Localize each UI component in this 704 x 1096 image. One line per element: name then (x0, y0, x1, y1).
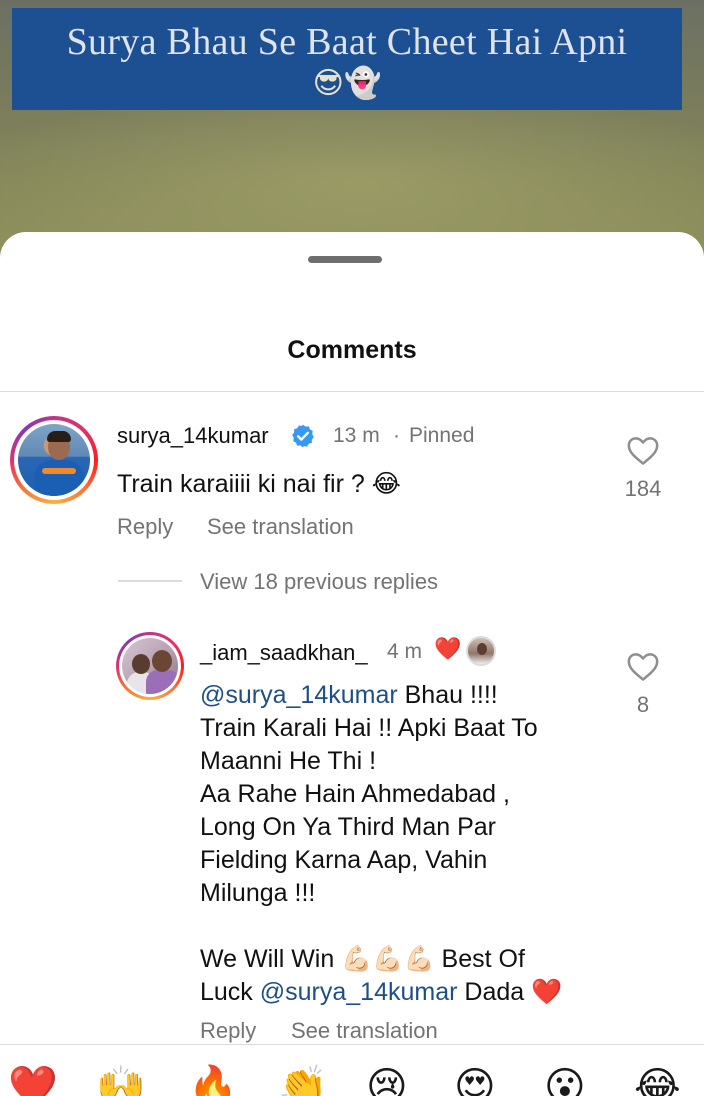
like-heart-icon[interactable] (626, 650, 660, 682)
like-heart-icon[interactable] (626, 434, 660, 466)
reply-text-line: Milunga !!! (200, 879, 316, 907)
crying-emoji-reaction[interactable]: 😢 (366, 1065, 408, 1096)
fire-emoji-reaction[interactable]: 🔥 (188, 1065, 238, 1096)
avatar-hair (47, 431, 71, 442)
mention-link[interactable]: @surya_14kumar (200, 681, 398, 709)
verified-badge-icon (292, 424, 314, 448)
reply-button[interactable]: Reply (200, 1018, 256, 1044)
replies-line (118, 580, 182, 582)
creator-liked-heart-icon: ❤️ (434, 637, 462, 662)
comments-sheet: Comments surya_14kumar 13 m · Pinned Tra… (0, 232, 704, 1096)
avatar-jersey (34, 460, 84, 496)
raised-hands-emoji-reaction[interactable]: 🙌 (96, 1065, 146, 1096)
heart-eyes-emoji-reaction[interactable]: 😍 (454, 1065, 496, 1096)
emoji-reaction-bar: ❤️ 🙌 🔥 👏 😢 😍 😮 😂 (0, 1044, 704, 1096)
reply-text-line: Long On Ya Third Man Par (200, 813, 497, 841)
video-caption-text: Surya Bhau Se Baat Cheet Hai Apni (66, 21, 628, 63)
comment-username[interactable]: surya_14kumar (117, 423, 269, 449)
avatar[interactable] (18, 424, 90, 496)
reply-text-line: @surya_14kumar Bhau !!!! (200, 679, 610, 712)
avatar-person-body (146, 670, 178, 694)
mention-link[interactable]: @surya_14kumar (260, 978, 458, 1006)
reply-text-line: Fielding Karna Aap, Vahin (200, 846, 488, 874)
creator-liked-avatar (466, 636, 496, 666)
like-count: 8 (636, 692, 650, 717)
video-background: Surya Bhau Se Baat Cheet Hai Apni 😎👻 (0, 0, 704, 260)
reply-text-span: Bhau !!!! (397, 681, 498, 709)
heart-emoji-reaction[interactable]: ❤️ (8, 1065, 58, 1096)
view-previous-replies-button[interactable]: View 18 previous replies (200, 569, 438, 595)
reply-text-blank-line (200, 910, 610, 943)
clap-emoji-reaction[interactable]: 👏 (278, 1065, 328, 1096)
reply-text-span: Luck (200, 978, 260, 1006)
avatar-jersey-stripe (42, 468, 76, 474)
laughing-emoji-reaction[interactable]: 😂 (634, 1065, 681, 1096)
avatar-person-head (132, 654, 150, 674)
comment-time: 13 m (333, 424, 380, 447)
like-count: 184 (624, 476, 662, 501)
reply-text-line: Aa Rahe Hain Ahmedabad , (200, 780, 510, 808)
drag-handle[interactable] (308, 256, 382, 263)
video-caption-box: Surya Bhau Se Baat Cheet Hai Apni 😎👻 (12, 8, 682, 110)
comment-text: Train karaiiii ki nai fir ? 😂 (117, 470, 401, 498)
reply-username[interactable]: _iam_saadkhan_ (200, 640, 368, 666)
reply-button[interactable]: Reply (117, 514, 173, 540)
reply-text-line: Luck @surya_14kumar Dada ❤️ (200, 976, 610, 1009)
mini-avatar-face (477, 643, 487, 655)
meta-separator: · (393, 424, 400, 447)
surprised-emoji-reaction[interactable]: 😮 (544, 1065, 586, 1096)
reply-text-line: We Will Win 💪🏻💪🏻💪🏻 Best Of (200, 945, 525, 973)
see-translation-button[interactable]: See translation (207, 514, 354, 540)
reply-text-line: Train Karali Hai !! Apki Baat To (200, 714, 538, 742)
reply-text: @surya_14kumar Bhau !!!! Train Karali Ha… (200, 679, 610, 1009)
reply-avatar[interactable] (122, 638, 178, 694)
see-translation-button[interactable]: See translation (291, 1018, 438, 1044)
reply-text-line: Maanni He Thi ! (200, 747, 377, 775)
reply-text-span: Dada ❤️ (457, 978, 563, 1006)
video-caption-emojis: 😎👻 (312, 66, 382, 101)
avatar-person-head (152, 650, 172, 672)
header-divider (0, 391, 704, 392)
sheet-title: Comments (287, 336, 417, 364)
pinned-label: Pinned (409, 424, 475, 447)
reply-time: 4 m (387, 640, 423, 663)
